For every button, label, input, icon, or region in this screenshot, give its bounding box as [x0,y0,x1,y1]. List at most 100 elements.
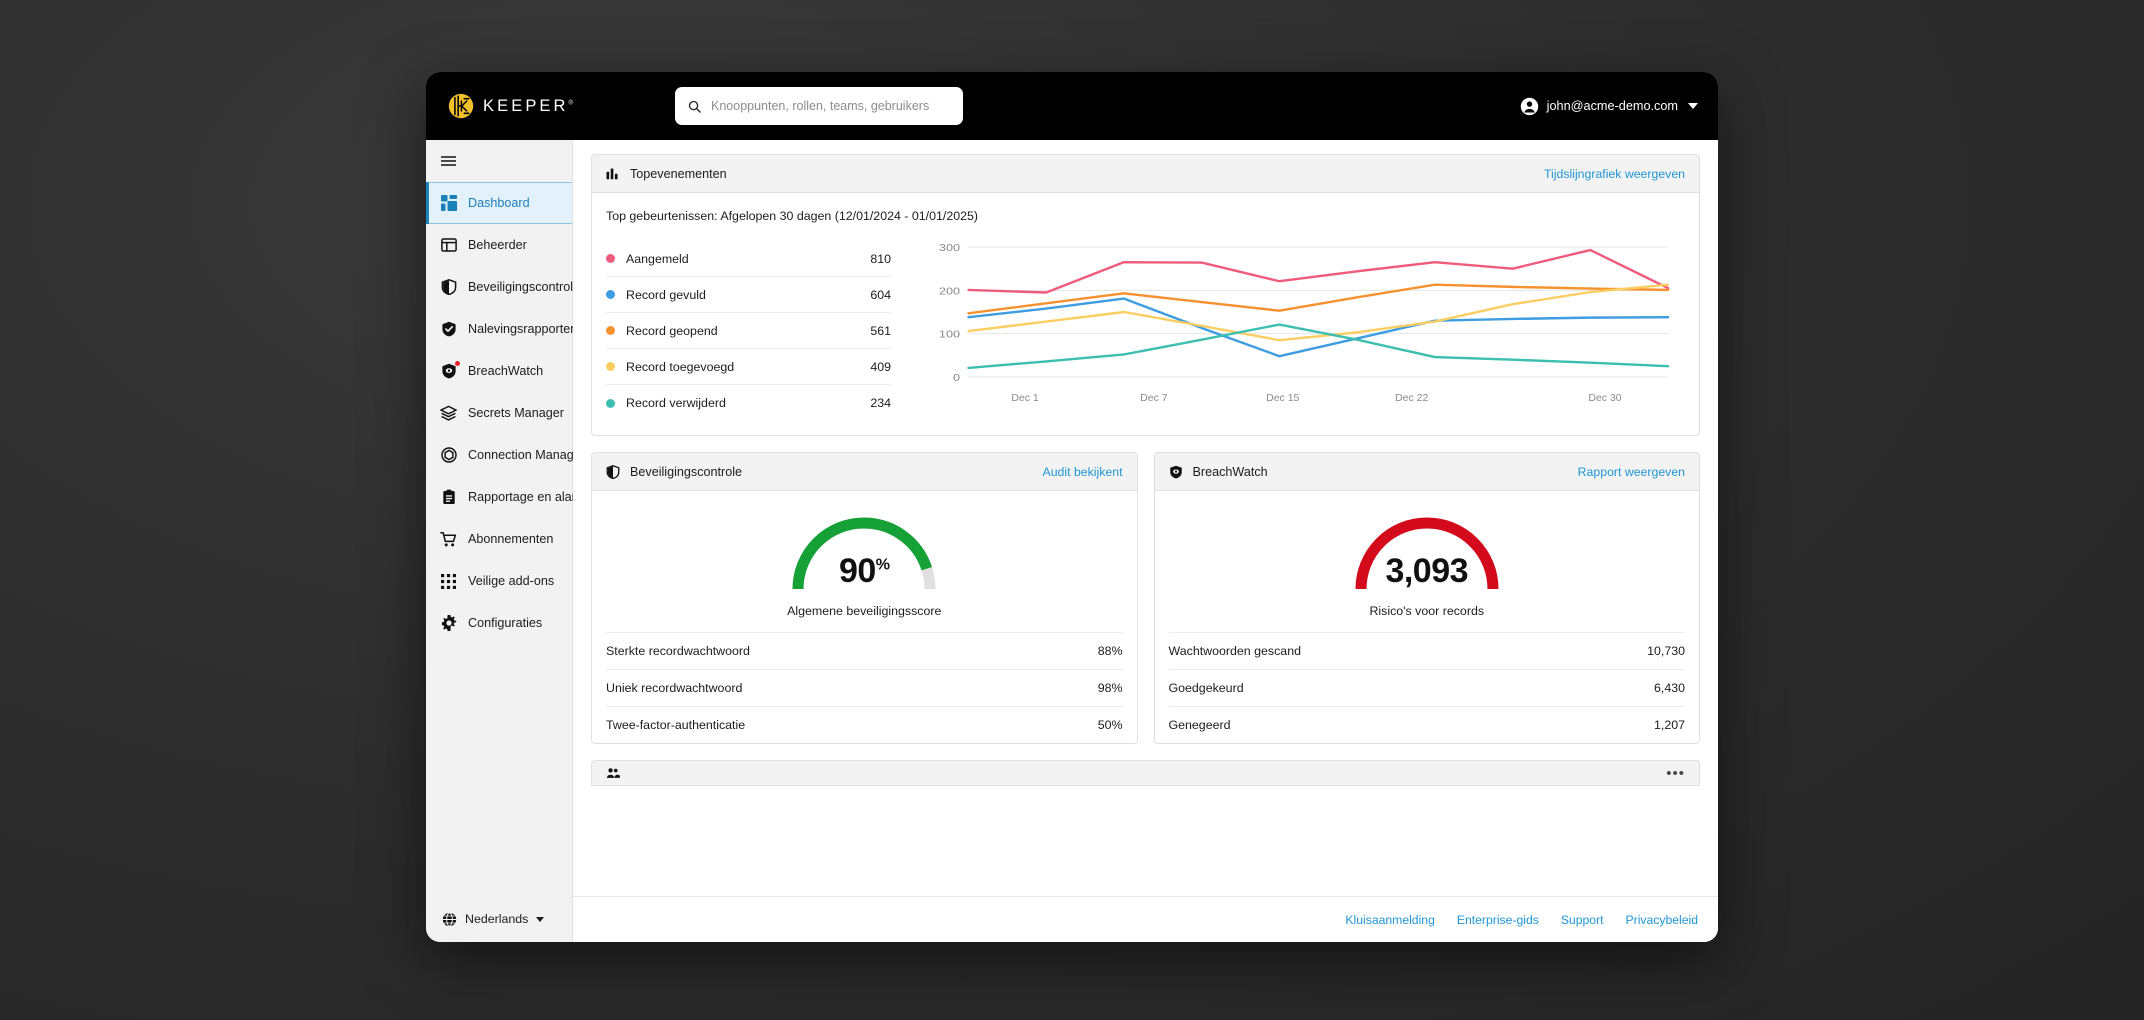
footer-link-support[interactable]: Support [1561,913,1604,927]
legend-value: 810 [870,251,891,266]
shield-outline-icon [606,464,620,479]
footer: Kluisaanmelding Enterprise-gids Support … [573,896,1718,942]
breachwatch-card-header: BreachWatch Rapport weergeven [1154,453,1699,491]
svg-text:Dec 30: Dec 30 [1588,392,1621,404]
metric-row: Twee-factor-authenticatie 50% [606,706,1123,743]
keeper-logo-icon [448,93,474,119]
notification-badge-dot [455,360,460,366]
clipboard-icon [440,489,457,506]
metric-row: Goedgekeurd 6,430 [1168,669,1685,706]
shield-outline-icon [440,279,457,296]
legend-label: Record toegevoegd [626,359,735,374]
sidebar-item-abonnementen[interactable]: Abonnementen [426,518,572,560]
breachwatch-gauge: 3,093 Risico's voor records [1155,491,1700,632]
search-input[interactable] [711,99,951,113]
user-email-label: john@acme-demo.com [1546,99,1678,113]
metric-value: 88% [1097,644,1123,658]
layers-icon [440,405,457,422]
metric-row: Uniek recordwachtwoord 98% [606,669,1123,706]
sidebar-item-beveiligingscontrole[interactable]: Beveiligingscontrole [426,266,580,308]
sidebar-item-dashboard[interactable]: Dashboard [426,182,572,224]
breachwatch-metrics: Wachtwoorden gescand 10,730 Goedgekeurd … [1155,632,1700,743]
sidebar-item-configuraties[interactable]: Configuraties [426,602,572,644]
metric-value: 10,730 [1647,644,1685,658]
metric-value: 6,430 [1653,681,1685,695]
legend-value: 604 [870,287,891,302]
metric-row: Sterkte recordwachtwoord 88% [606,632,1123,669]
sidebar-item-label: Dashboard [468,196,530,210]
metric-row: Genegeerd 1,207 [1168,706,1685,743]
line-chart-svg: 0 100 200 300 [939,242,1685,384]
sidebar-item-secrets-manager[interactable]: Secrets Manager [426,392,572,434]
sidebar: Dashboard Beheerder Beveiligingscontrole… [426,140,600,942]
sidebar-item-label: Configuraties [468,616,543,630]
top-events-card-header: Topevenementen Tijdslijngrafiek weergeve… [592,155,1699,193]
sidebar-item-veilige-add-ons[interactable]: Veilige add-ons [426,560,572,602]
top-events-card-body: Top gebeurtenissen: Afgelopen 30 dagen (… [592,193,1699,435]
legend-color-dot [606,362,615,371]
shopping-cart-icon [440,531,457,548]
user-menu[interactable]: john@acme-demo.com [1520,72,1698,140]
svg-text:Dec 15: Dec 15 [1266,392,1299,404]
caret-down-icon[interactable] [536,916,545,922]
shield-check-icon [440,321,457,338]
legend-item[interactable]: Aangemeld 810 [606,241,891,277]
svg-text:Dec 7: Dec 7 [1140,392,1168,404]
team-card-partial: ••• [591,760,1700,786]
language-selector[interactable]: Nederlands [426,896,572,942]
chart-series-line [968,285,1668,314]
breachwatch-shield-icon [1169,465,1182,478]
view-timeline-chart-link[interactable]: Tijdslijngrafiek weergeven [1544,167,1685,181]
sidebar-item-connection-manager[interactable]: Connection Manager [426,434,585,476]
sidebar-item-label: Nalevingsrapporten [468,322,578,336]
view-audit-link[interactable]: Audit bekijkent [1043,465,1123,479]
legend-label: Aangemeld [626,251,689,266]
account-circle-icon [1520,97,1538,115]
legend-label: Record geopend [626,323,718,338]
legend-color-dot [606,398,615,408]
legend-label: Record gevuld [626,287,706,302]
chevron-down-icon[interactable] [1688,103,1698,109]
legend-value: 409 [870,359,891,374]
sidebar-item-breachwatch[interactable]: BreachWatch [426,350,572,392]
hamburger-icon[interactable] [426,140,572,182]
line-chart-axis-labels: Dec 1 Dec 7 Dec 15 Dec 22 Dec 30 [1011,392,1622,404]
legend-item[interactable]: Record verwijderd 234 [606,385,891,421]
svg-text:Dec 1: Dec 1 [1011,392,1039,404]
sidebar-item-label: BreachWatch [468,364,544,378]
view-report-link[interactable]: Rapport weergeven [1578,465,1685,479]
sidebar-item-nalevingsrapporten[interactable]: Nalevingsrapporten [426,308,577,350]
legend-value: 561 [870,323,891,338]
gauges-row: Beveiligingscontrole Audit bekijkent 90% [591,452,1700,760]
more-horizontal-icon[interactable]: ••• [1666,765,1685,782]
search-bar[interactable] [675,87,963,125]
footer-link-vault-login[interactable]: Kluisaanmelding [1345,913,1434,927]
sidebar-item-rapportage-en-alarmen[interactable]: Rapportage en alarmen [426,476,600,518]
security-gauge-arc: 90% [784,511,944,593]
apps-grid-icon [440,573,457,590]
footer-link-enterprise-guide[interactable]: Enterprise-gids [1457,913,1539,927]
top-events-legend: Aangemeld 810 Record gevuld 604 Record g… [606,237,891,421]
keeper-logo[interactable]: KEEPER® [448,93,573,119]
svg-text:200: 200 [939,285,961,297]
footer-link-privacy-policy[interactable]: Privacybeleid [1626,913,1698,927]
sidebar-item-label: Beveiligingscontrole [468,280,581,294]
breachwatch-gauge-arc: 3,093 [1347,511,1507,593]
sidebar-nav: Dashboard Beheerder Beveiligingscontrole… [426,182,600,896]
breachwatch-shield-icon [440,360,460,380]
legend-item[interactable]: Record gevuld 604 [606,277,891,313]
metric-label: Sterkte recordwachtwoord [606,644,750,658]
metric-label: Uniek recordwachtwoord [606,681,743,695]
legend-color-dot [606,290,615,299]
security-gauge-caption: Algemene beveiligingsscore [787,604,942,618]
security-gauge-value: 90% [838,552,890,590]
metric-value: 50% [1097,718,1123,732]
legend-item[interactable]: Record toegevoegd 409 [606,349,891,385]
security-audit-title: Beveiligingscontrole [630,464,743,479]
search-icon [688,100,701,113]
chart-series-line [968,299,1668,357]
hexagon-node-icon [440,447,457,464]
sidebar-item-beheerder[interactable]: Beheerder [426,224,572,266]
bar-chart-icon [606,168,618,179]
legend-item[interactable]: Record geopend 561 [606,313,891,349]
